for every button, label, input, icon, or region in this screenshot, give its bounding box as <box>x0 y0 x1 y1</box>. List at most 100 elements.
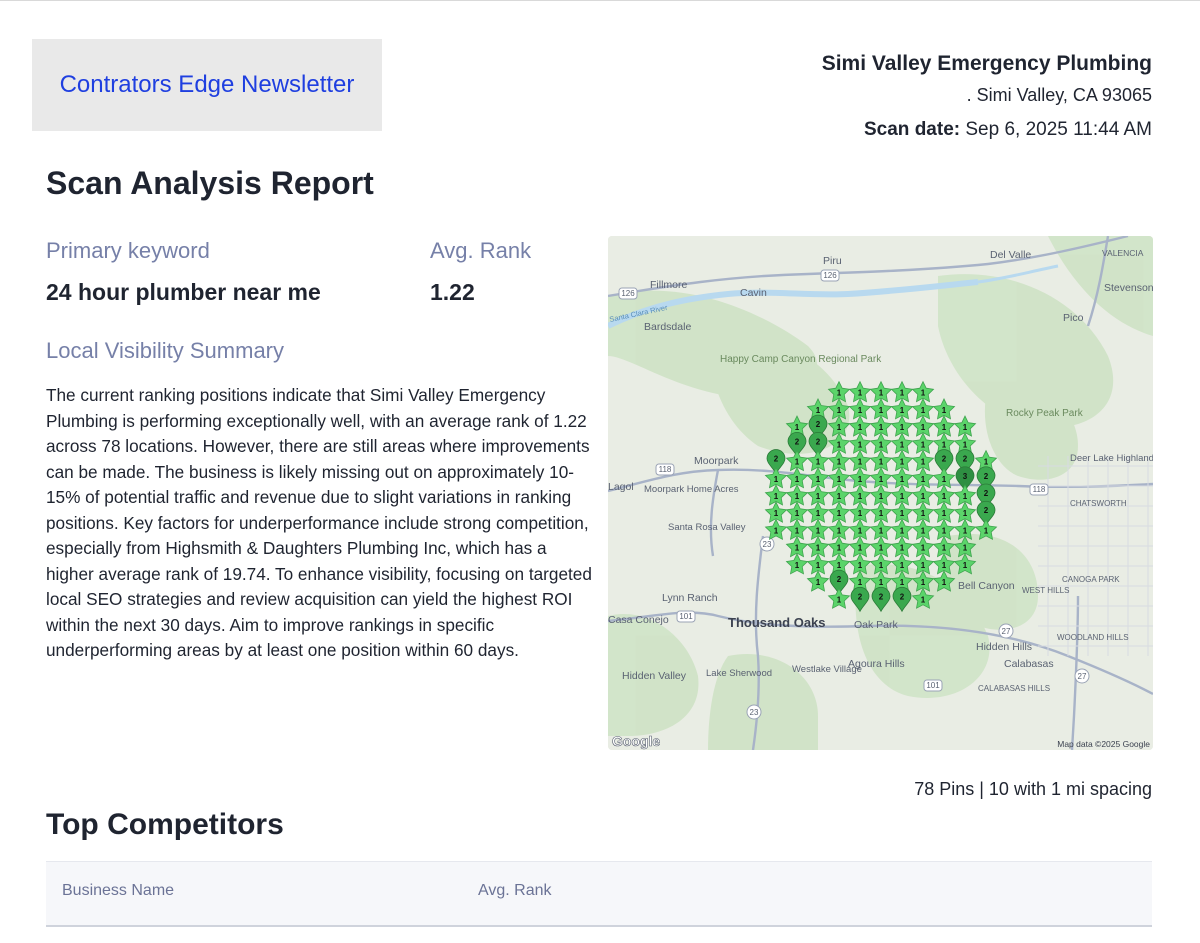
rank-pin-label: 1 <box>984 526 989 535</box>
rank-pin-label: 1 <box>858 509 863 518</box>
rank-pin-label: 1 <box>900 440 905 449</box>
newsletter-logo[interactable]: Contrators Edge Newsletter <box>32 39 382 131</box>
rank-pin-label: 1 <box>837 509 842 518</box>
competitors-table-header: Business Name Avg. Rank <box>46 861 1152 927</box>
newsletter-title[interactable]: Contrators Edge Newsletter <box>60 71 355 99</box>
rank-pin-label: 1 <box>858 526 863 535</box>
rank-grid-map[interactable]: Piru Del Valle VALENCIA Fillmore Cavin S… <box>608 236 1153 750</box>
rank-pin-label: 2 <box>900 592 905 601</box>
map-label-piru: Piru <box>823 255 842 267</box>
route-126-shield-a: 126 <box>621 289 635 298</box>
rank-pin-label: 1 <box>795 492 800 501</box>
rank-pin-label: 2 <box>963 455 968 464</box>
rank-pin-label: 1 <box>900 389 905 398</box>
rank-pin-label: 2 <box>942 455 947 464</box>
rank-pin-label: 1 <box>816 544 821 553</box>
rank-pin-label: 1 <box>879 492 884 501</box>
map-label-happy-camp: Happy Camp Canyon Regional Park <box>720 354 882 365</box>
rank-pin-label: 1 <box>816 458 821 467</box>
column-business-name[interactable]: Business Name <box>62 882 174 900</box>
rank-pin-label: 1 <box>921 475 926 484</box>
map-label-valencia: VALENCIA <box>1102 248 1144 258</box>
map-label-cavin: Cavin <box>740 287 767 299</box>
rank-pin-label: 1 <box>921 389 926 398</box>
rank-pin-label: 1 <box>795 526 800 535</box>
map-label-del-valle: Del Valle <box>990 249 1031 261</box>
rank-pin-label: 1 <box>816 578 821 587</box>
rank-pin-label: 2 <box>984 489 989 498</box>
rank-pin-label: 1 <box>900 578 905 587</box>
rank-pin-label: 1 <box>879 544 884 553</box>
rank-pin-label: 1 <box>942 544 947 553</box>
rank-pin-label: 1 <box>900 492 905 501</box>
rank-pin-label: 1 <box>858 544 863 553</box>
rank-pin-label: 1 <box>921 578 926 587</box>
rank-pin-label: 1 <box>837 389 842 398</box>
map-label-rocky-peak: Rocky Peak Park <box>1006 408 1084 419</box>
rank-pin-label: 1 <box>942 561 947 570</box>
rank-pin-label: 1 <box>858 492 863 501</box>
rank-pin-label: 1 <box>879 440 884 449</box>
rank-pin-label: 1 <box>879 526 884 535</box>
rank-pin-label: 1 <box>879 406 884 415</box>
rank-pin-label: 1 <box>858 423 863 432</box>
rank-pin-label: 1 <box>837 423 842 432</box>
map-label-lake-sherwood: Lake Sherwood <box>706 668 772 679</box>
rank-pin-label: 1 <box>858 578 863 587</box>
scan-date: Scan date: Sep 6, 2025 11:44 AM <box>822 119 1152 141</box>
rank-pin-label: 1 <box>837 561 842 570</box>
rank-pin-label: 1 <box>879 509 884 518</box>
rank-pin-label: 1 <box>900 561 905 570</box>
rank-pin-label: 1 <box>795 509 800 518</box>
map-label-bardsdale: Bardsdale <box>644 321 691 333</box>
rank-pin-label: 1 <box>858 389 863 398</box>
map-label-stevenson-text: Stevenson Ranch <box>1104 282 1153 294</box>
rank-pin-label: 2 <box>795 437 800 446</box>
column-avg-rank[interactable]: Avg. Rank <box>478 882 552 900</box>
rank-pin-label: 1 <box>921 561 926 570</box>
rank-pin-label: 1 <box>921 406 926 415</box>
map-label-lagol: Lagol <box>608 481 634 493</box>
rank-pin-label: 1 <box>837 544 842 553</box>
route-27-shield-b: 27 <box>1078 672 1087 681</box>
rank-pin-label: 2 <box>984 506 989 515</box>
rank-pin-label: 1 <box>942 526 947 535</box>
rank-pin-label: 1 <box>879 578 884 587</box>
top-divider <box>0 0 1200 1</box>
rank-pin-label: 1 <box>816 406 821 415</box>
map-attribution[interactable]: Map data ©2025 Google <box>1057 739 1150 749</box>
rank-pin-label: 1 <box>879 458 884 467</box>
rank-pin-label: 1 <box>963 492 968 501</box>
map-label-agoura: Agoura Hills <box>848 658 905 670</box>
rank-pin-label: 1 <box>942 509 947 518</box>
scan-date-label: Scan date: <box>864 119 961 140</box>
rank-pin-label: 1 <box>900 475 905 484</box>
rank-pin-label: 1 <box>774 475 779 484</box>
rank-pin-label: 1 <box>795 458 800 467</box>
rank-pin-label: 1 <box>858 406 863 415</box>
rank-pin-label: 1 <box>942 440 947 449</box>
rank-pin-label: 1 <box>858 561 863 570</box>
primary-keyword-value: 24 hour plumber near me <box>46 279 321 305</box>
rank-pin-label: 1 <box>816 475 821 484</box>
rank-pin-label: 1 <box>942 475 947 484</box>
rank-pin-label: 1 <box>921 509 926 518</box>
rank-pin-label: 2 <box>816 437 821 446</box>
map-label-deer-lake: Deer Lake Highlands <box>1070 453 1153 464</box>
rank-pin-label: 1 <box>921 423 926 432</box>
primary-keyword-label: Primary keyword <box>46 238 210 263</box>
rank-pin-label: 2 <box>816 420 821 429</box>
business-info: Simi Valley Emergency Plumbing . Simi Va… <box>822 52 1152 141</box>
rank-pin-label: 1 <box>921 595 926 604</box>
route-101-shield-a: 101 <box>679 612 693 621</box>
route-118-shield-b: 118 <box>1033 485 1046 494</box>
google-logo[interactable]: Google <box>612 733 661 750</box>
rank-pin-label: 1 <box>942 492 947 501</box>
map-label-moorpark-home: Moorpark Home Acres <box>644 484 739 495</box>
route-118-shield-a: 118 <box>659 465 672 474</box>
rank-pin-label: 1 <box>795 423 800 432</box>
map-label-bell-canyon: Bell Canyon <box>958 580 1015 592</box>
rank-pin-label: 1 <box>858 458 863 467</box>
rank-pin-label: 1 <box>774 492 779 501</box>
map-label-hidden-valley: Hidden Valley <box>622 670 687 682</box>
